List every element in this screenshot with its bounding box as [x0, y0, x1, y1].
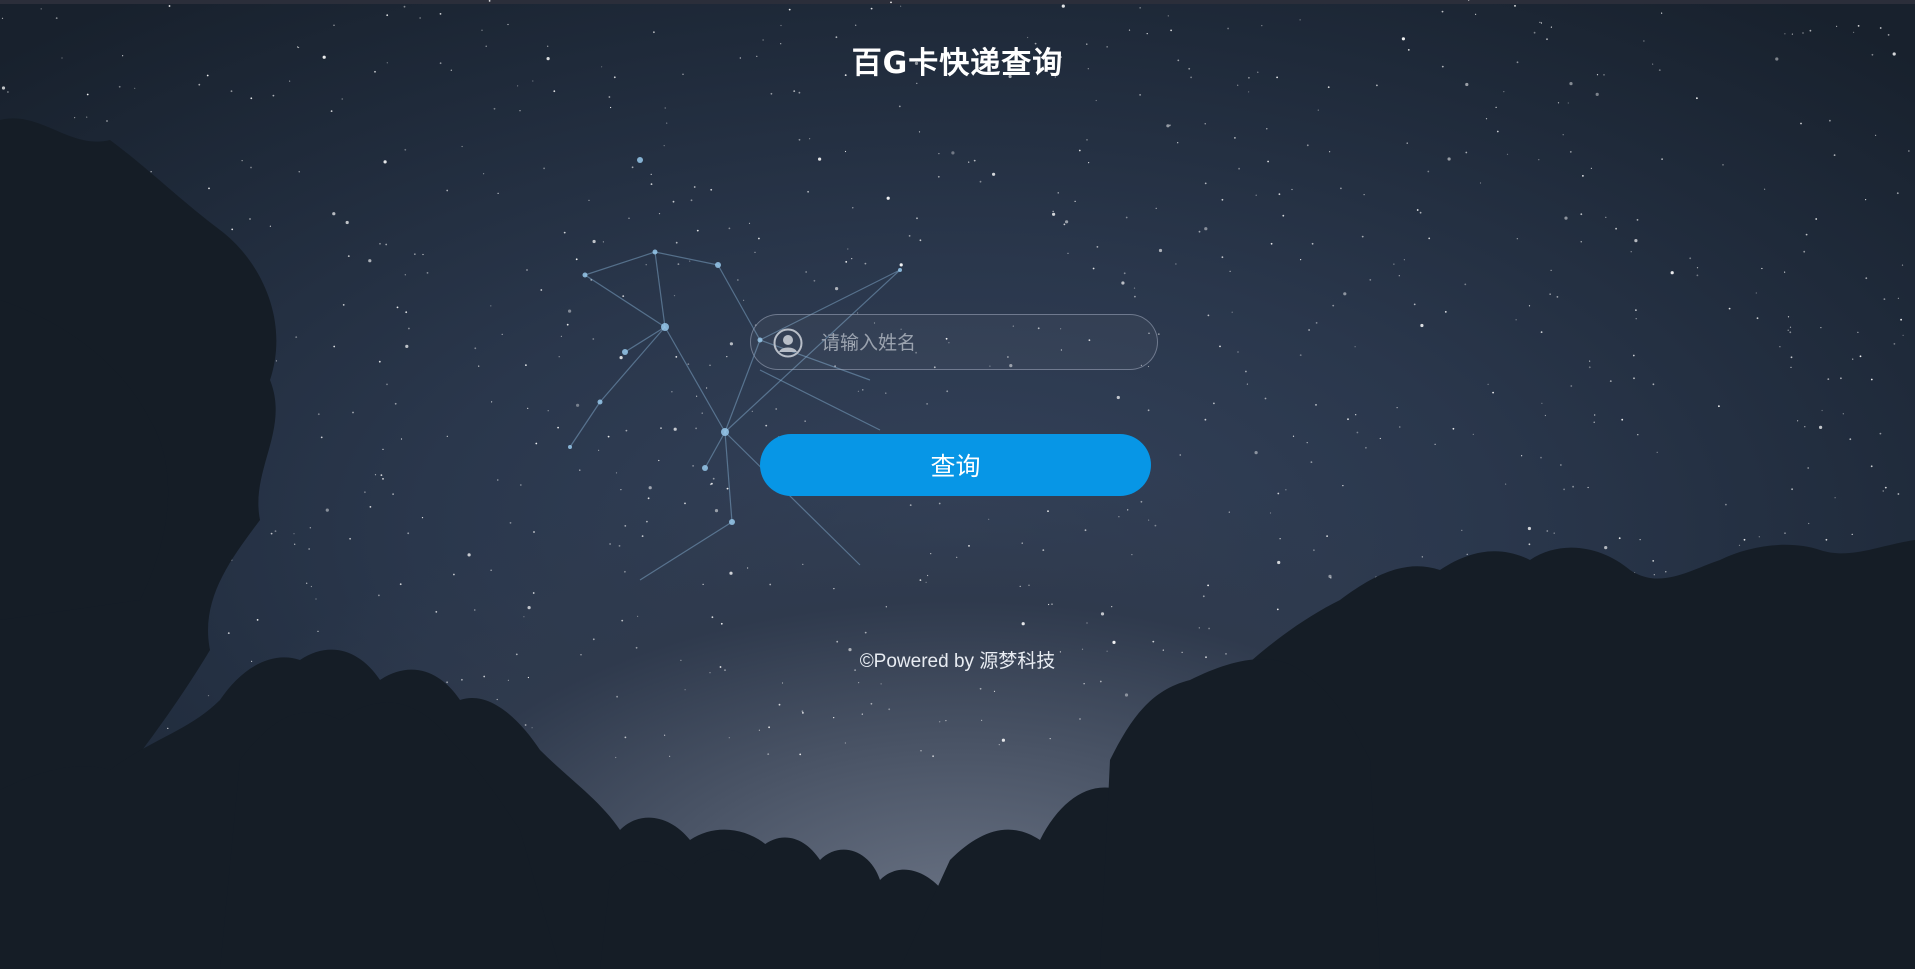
page-title: 百G卡快递查询 — [851, 46, 1064, 81]
page-background: 百G卡快递查询 查询 ©Powered by 源梦科技 — [0, 0, 1915, 969]
tree-silhouettes — [0, 118, 1915, 969]
query-button[interactable]: 查询 — [760, 434, 1151, 496]
name-field[interactable] — [750, 314, 1158, 370]
constellation-network — [569, 251, 901, 581]
footer-powered-by: ©Powered by 源梦科技 — [859, 651, 1056, 672]
name-input[interactable] — [819, 325, 1143, 361]
user-avatar-icon — [773, 328, 803, 358]
